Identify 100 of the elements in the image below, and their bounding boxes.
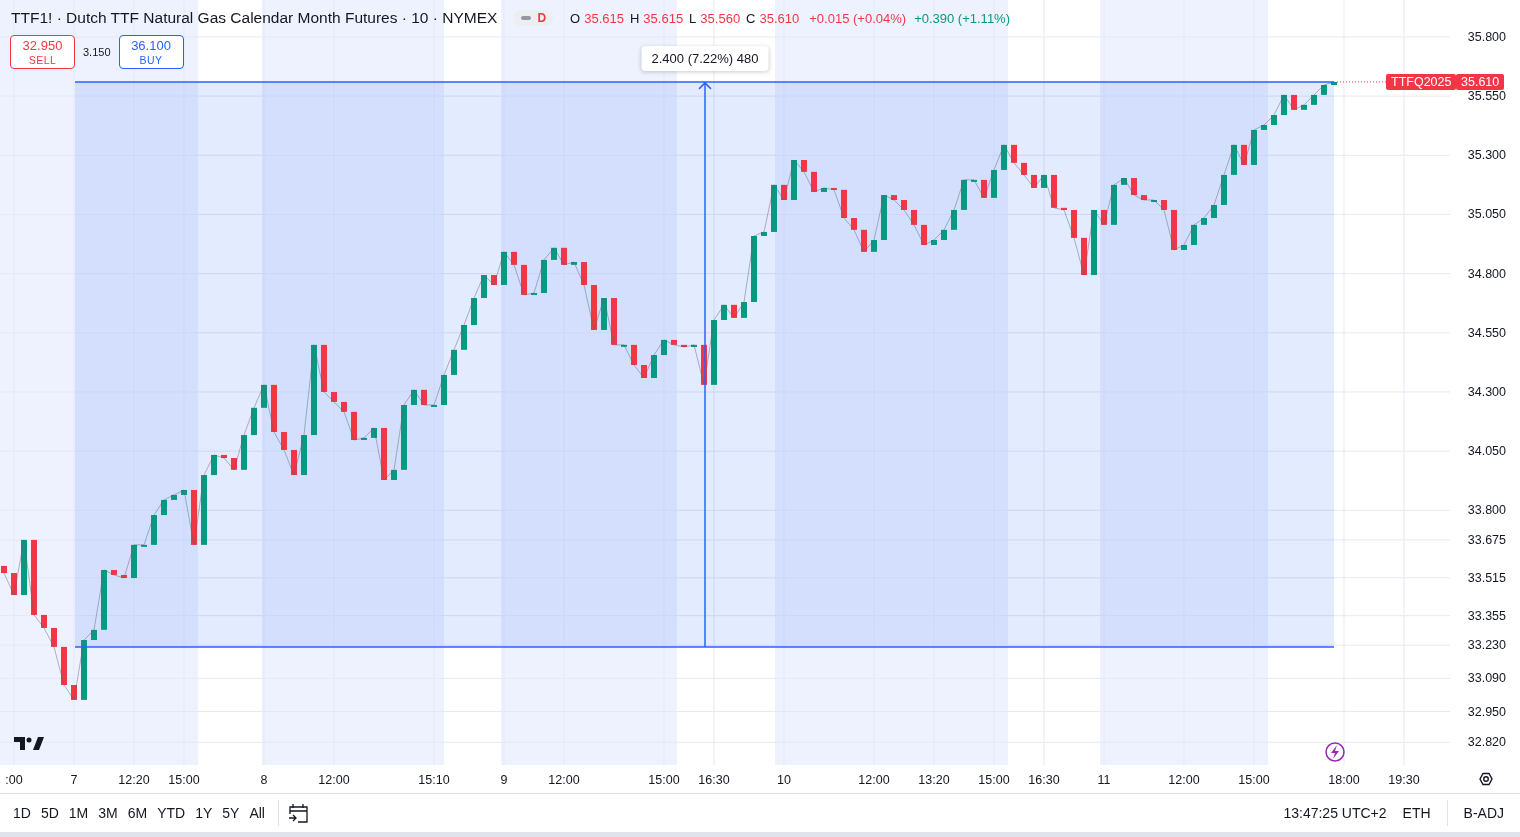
candle	[1101, 209, 1107, 225]
candle	[901, 200, 907, 210]
candle	[991, 169, 997, 198]
ohlc-value: 35.560	[700, 10, 741, 26]
candle	[1051, 174, 1057, 208]
time-label: 15:10	[418, 773, 450, 787]
time-label: 10	[777, 773, 791, 787]
candle	[211, 454, 217, 476]
time-label: 9	[500, 773, 508, 787]
calendar-icon[interactable]	[287, 802, 309, 824]
time-label: 15:00	[978, 773, 1010, 787]
time-label: 16:30	[1028, 773, 1060, 787]
time-label: 13:20	[918, 773, 950, 787]
candle	[1021, 162, 1027, 175]
lightning-icon[interactable]	[1325, 742, 1345, 762]
candle	[831, 187, 837, 190]
candle	[681, 344, 687, 347]
session-button[interactable]: ETH	[1394, 801, 1439, 825]
candle	[811, 171, 817, 192]
candle	[1141, 195, 1147, 200]
candle	[111, 569, 117, 575]
candle	[701, 344, 707, 385]
logo-icon	[14, 737, 44, 750]
candle	[651, 355, 657, 378]
price-label: 35.050	[1467, 207, 1506, 222]
candle	[321, 344, 327, 392]
candle	[451, 349, 457, 375]
range-button[interactable]: YTD	[152, 801, 191, 825]
range-button[interactable]: 5Y	[217, 801, 245, 825]
candle	[1061, 207, 1067, 210]
price-label: 33.800	[1467, 503, 1506, 518]
candle	[361, 437, 367, 440]
candle	[191, 489, 197, 545]
candle	[761, 231, 767, 236]
candle	[1221, 174, 1227, 205]
candle	[1041, 174, 1047, 188]
range-button[interactable]: All	[244, 801, 270, 825]
candle	[411, 389, 417, 405]
candle	[241, 435, 247, 470]
time-label: 12:00	[548, 773, 580, 787]
price-change: +0.390 (+1.11%)	[914, 10, 1010, 26]
candle	[161, 499, 167, 516]
candle	[461, 325, 467, 350]
spread-value: 3.150	[83, 46, 111, 58]
candle	[401, 405, 407, 470]
candle	[121, 574, 127, 578]
price-label: 32.820	[1467, 735, 1506, 750]
candle	[871, 240, 877, 252]
candle	[731, 304, 737, 318]
range-button[interactable]: 3M	[93, 801, 123, 825]
candle	[591, 285, 597, 330]
buy-button[interactable]: 36.100 BUY	[118, 35, 184, 69]
time-label: 15:00	[648, 773, 680, 787]
candle	[1, 565, 7, 574]
candle	[351, 411, 357, 440]
candle	[171, 494, 177, 500]
range-button[interactable]: 1D	[8, 801, 36, 825]
candle	[821, 187, 827, 192]
time-label: :00	[5, 773, 23, 787]
candle	[541, 259, 547, 294]
candle	[71, 685, 77, 700]
candle	[771, 184, 777, 232]
candle	[631, 344, 637, 365]
candle	[841, 189, 847, 218]
candle	[921, 224, 927, 245]
candle	[781, 184, 787, 200]
range-button[interactable]: 1Y	[190, 801, 218, 825]
candle	[281, 431, 287, 450]
candle	[951, 209, 957, 230]
range-button[interactable]: 6M	[122, 801, 153, 825]
candle	[441, 374, 447, 405]
candle	[81, 640, 87, 700]
ohlc-label: L	[689, 10, 697, 26]
range-button[interactable]: 1M	[63, 801, 94, 825]
candle	[61, 646, 67, 685]
adjustment-button[interactable]: B-ADJ	[1455, 801, 1512, 825]
candle	[491, 275, 497, 285]
candle	[1071, 209, 1077, 238]
last-price-line	[1336, 81, 1387, 83]
last-price-tag: 35.610	[1456, 73, 1505, 90]
candle	[1241, 144, 1247, 165]
measure-label: 2.400 (7.22%) 480	[641, 45, 769, 71]
candle	[231, 458, 237, 470]
candle	[961, 179, 967, 210]
candle	[21, 539, 27, 596]
candle	[1001, 144, 1007, 170]
candle	[1271, 115, 1277, 125]
settings-icon[interactable]	[1479, 772, 1493, 786]
time-label: 12:20	[118, 773, 150, 787]
candle	[911, 209, 917, 225]
candle	[1231, 144, 1237, 175]
range-button[interactable]: 5D	[35, 801, 64, 825]
candle	[941, 229, 947, 240]
candle	[1251, 129, 1257, 165]
candle	[711, 320, 717, 385]
ohlc-label: C	[746, 10, 756, 26]
sell-button[interactable]: 32.950 SELL	[10, 35, 75, 69]
candle	[1031, 174, 1037, 188]
candle	[1261, 125, 1267, 130]
candle	[561, 247, 567, 265]
